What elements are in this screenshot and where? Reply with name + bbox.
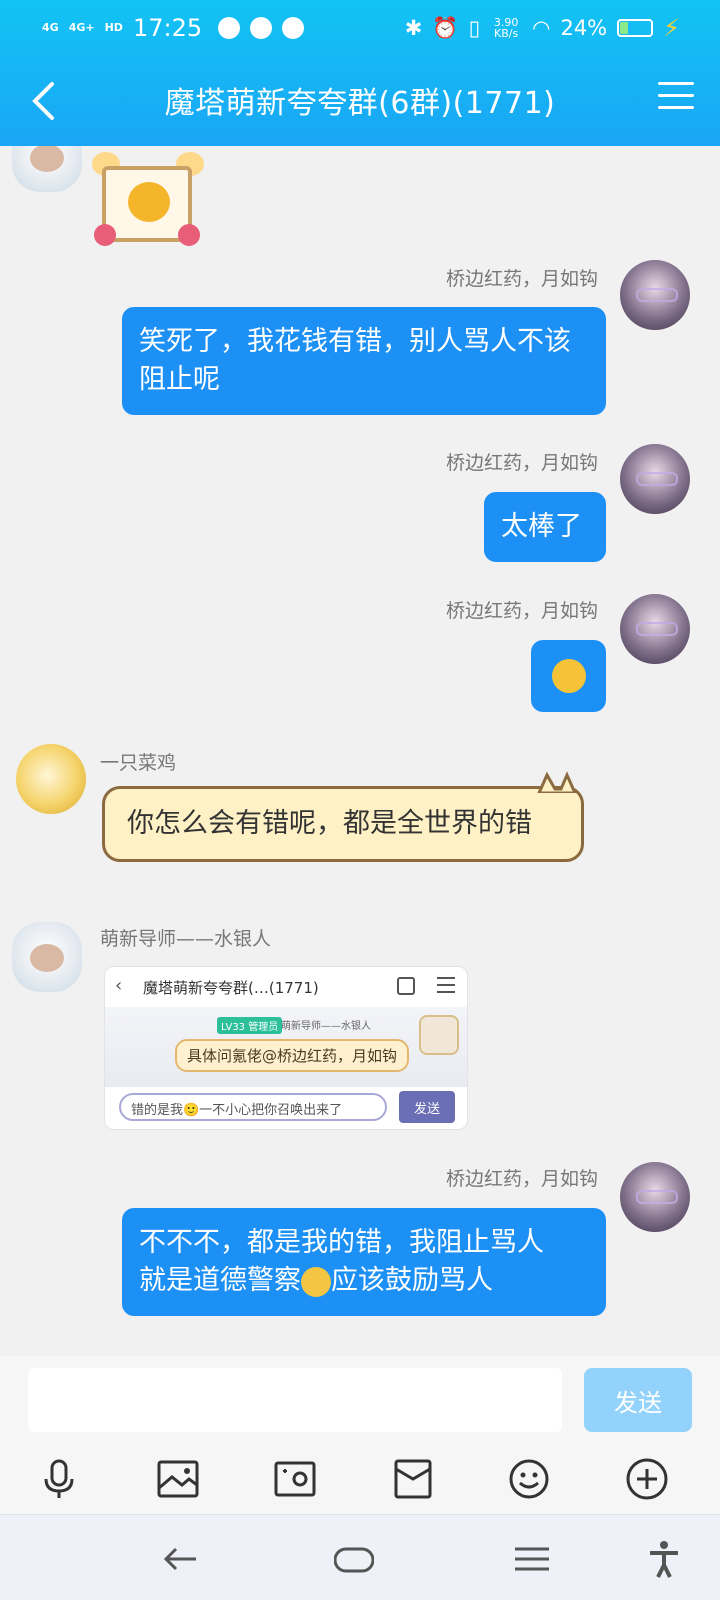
image-button[interactable] bbox=[155, 1456, 201, 1502]
image-input: 错的是我🙂一不小心把你召唤出来了 bbox=[119, 1093, 387, 1121]
image-bubble: 具体问氪佬@桥边红药，月如钩 bbox=[175, 1039, 410, 1072]
message-bubble[interactable]: 不不不，都是我的错，我阻止骂人 就是道德警察 应该鼓励骂人 bbox=[122, 1208, 606, 1316]
send-button[interactable]: 发送 bbox=[584, 1368, 692, 1432]
image-send: 发送 bbox=[399, 1091, 455, 1123]
shy-emoji-icon bbox=[551, 659, 586, 693]
edit-icon bbox=[397, 977, 415, 995]
message-bubble[interactable] bbox=[531, 640, 606, 712]
plus-icon bbox=[626, 1458, 668, 1500]
signal-2: 4G+ bbox=[68, 21, 95, 34]
system-nav-bar bbox=[0, 1514, 720, 1600]
sender-name: 萌新导师——水银人 bbox=[100, 928, 272, 950]
charging-icon: ⚡ bbox=[663, 14, 680, 42]
battery-icon bbox=[617, 19, 654, 37]
crying-emoji-icon bbox=[301, 1266, 331, 1297]
admin-badge: LV33 管理员 bbox=[217, 1017, 283, 1034]
camera-icon bbox=[274, 1461, 316, 1497]
header: 4G 4G+ HD 17:25 ✱ ⏰ ▯ 3.90 KB/s ◠ 24% ⚡ … bbox=[0, 0, 720, 146]
message-bubble[interactable]: 你怎么会有错呢，都是全世界的错 bbox=[102, 771, 584, 862]
message-text: 应该鼓励骂人 bbox=[331, 1265, 493, 1296]
menu-button[interactable] bbox=[658, 82, 694, 116]
message-notification-icon bbox=[282, 17, 305, 39]
sender-name: 桥边红药，月如钩 bbox=[445, 452, 598, 474]
battery-percent: 24% bbox=[560, 16, 608, 40]
chevron-left-icon: ‹ bbox=[115, 975, 123, 996]
chevron-left-icon bbox=[32, 82, 54, 120]
wifi-icon: ◠ bbox=[532, 16, 551, 40]
mic-icon bbox=[44, 1459, 74, 1498]
sender-name: 桥边红药，月如钩 bbox=[445, 268, 598, 290]
cat-ears-icon bbox=[537, 771, 577, 793]
menu-lines-icon bbox=[515, 1547, 549, 1571]
avatar[interactable] bbox=[16, 744, 86, 814]
title-bar: 魔塔萌新夸夸群(6群)(1771) bbox=[0, 56, 720, 146]
image-icon bbox=[157, 1460, 199, 1498]
nav-home-button[interactable] bbox=[332, 1537, 376, 1581]
avatar bbox=[419, 1015, 459, 1055]
avatar[interactable] bbox=[12, 922, 82, 992]
emoji-icon bbox=[509, 1459, 549, 1499]
message-text: 你怎么会有错呢，都是全世界的错 bbox=[127, 808, 532, 839]
chat-list[interactable]: 桥边红药，月如钩 笑死了，我花钱有错，别人骂人不该阻止呢 桥边红药，月如钩 太棒… bbox=[0, 146, 720, 1356]
message-bubble[interactable]: 太棒了 bbox=[484, 492, 606, 562]
home-pill-icon bbox=[334, 1547, 374, 1573]
nav-recents-button[interactable] bbox=[510, 1537, 554, 1581]
image-message[interactable]: ‹ 魔塔萌新夸夸群(…(1771) LV33 管理员 萌新导师——水银人 具体问… bbox=[104, 966, 468, 1130]
sender-name: 桥边红药，月如钩 bbox=[445, 600, 598, 622]
net-speed: 3.90 KB/s bbox=[493, 16, 519, 40]
sender-name: 桥边红药，月如钩 bbox=[445, 1168, 598, 1190]
image-nick: 萌新导师——水银人 bbox=[281, 1021, 371, 1032]
menu-icon bbox=[437, 977, 455, 993]
message-input[interactable] bbox=[28, 1368, 562, 1432]
qq-notification-icon bbox=[250, 17, 273, 39]
vibrate-icon: ▯ bbox=[468, 16, 481, 40]
avatar[interactable] bbox=[620, 444, 690, 514]
status-bar: 4G 4G+ HD 17:25 ✱ ⏰ ▯ 3.90 KB/s ◠ 24% ⚡ bbox=[0, 0, 720, 56]
avatar[interactable] bbox=[620, 260, 690, 330]
message-text: 不不不，都是我的错，我阻止骂人 bbox=[139, 1227, 544, 1258]
clock: 17:25 bbox=[132, 14, 203, 42]
red-packet-icon bbox=[394, 1459, 432, 1499]
signal-1: 4G bbox=[42, 21, 59, 34]
accessibility-button[interactable] bbox=[642, 1537, 686, 1581]
image-title: 魔塔萌新夸夸群(…(1771) bbox=[143, 979, 319, 997]
accessibility-icon bbox=[650, 1541, 678, 1578]
red-packet-button[interactable] bbox=[390, 1456, 436, 1502]
mic-button[interactable] bbox=[36, 1456, 82, 1502]
arrow-left-icon bbox=[163, 1547, 196, 1571]
notification-app-icon bbox=[218, 17, 241, 39]
avatar[interactable] bbox=[12, 146, 82, 192]
input-toolbar bbox=[0, 1442, 720, 1514]
emoji-button[interactable] bbox=[506, 1456, 552, 1502]
back-button[interactable] bbox=[18, 76, 68, 126]
page-title: 魔塔萌新夸夸群(6群)(1771) bbox=[164, 86, 556, 121]
avatar[interactable] bbox=[620, 1162, 690, 1232]
input-bar: 发送 bbox=[0, 1356, 720, 1442]
sticker-message[interactable] bbox=[92, 152, 204, 246]
hd-indicator: HD bbox=[104, 21, 123, 34]
avatar[interactable] bbox=[620, 594, 690, 664]
nav-back-button[interactable] bbox=[158, 1537, 202, 1581]
message-bubble[interactable]: 笑死了，我花钱有错，别人骂人不该阻止呢 bbox=[122, 307, 606, 415]
sender-name: 一只菜鸡 bbox=[100, 752, 177, 774]
camera-button[interactable] bbox=[272, 1456, 318, 1502]
message-text: 就是道德警察 bbox=[139, 1265, 301, 1296]
bluetooth-icon: ✱ bbox=[404, 16, 423, 40]
alarm-icon: ⏰ bbox=[432, 15, 459, 40]
more-button[interactable] bbox=[624, 1456, 670, 1502]
